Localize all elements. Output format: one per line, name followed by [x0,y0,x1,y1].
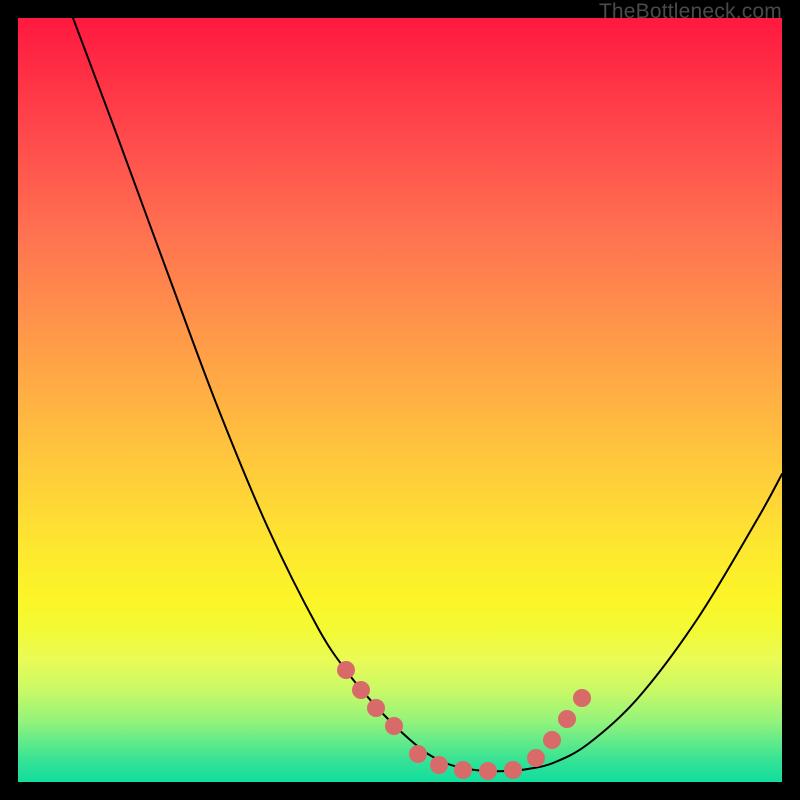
marker-dot [527,749,545,767]
chart-svg [18,18,782,782]
watermark-text: TheBottleneck.com [599,0,782,24]
plot-area [18,18,782,782]
marker-dot [352,681,370,699]
marker-dot [543,731,561,749]
marker-dot [454,761,472,779]
marker-dot [430,756,448,774]
chart-frame: TheBottleneck.com [0,0,800,800]
marker-dot [479,762,497,780]
marker-dot [409,745,427,763]
marker-dot [385,717,403,735]
marker-dot [504,761,522,779]
marker-dot [337,661,355,679]
marker-dot [558,710,576,728]
marker-dot [573,689,591,707]
curve-path [73,18,782,771]
curve-path-group [73,18,782,771]
marker-dot [367,699,385,717]
